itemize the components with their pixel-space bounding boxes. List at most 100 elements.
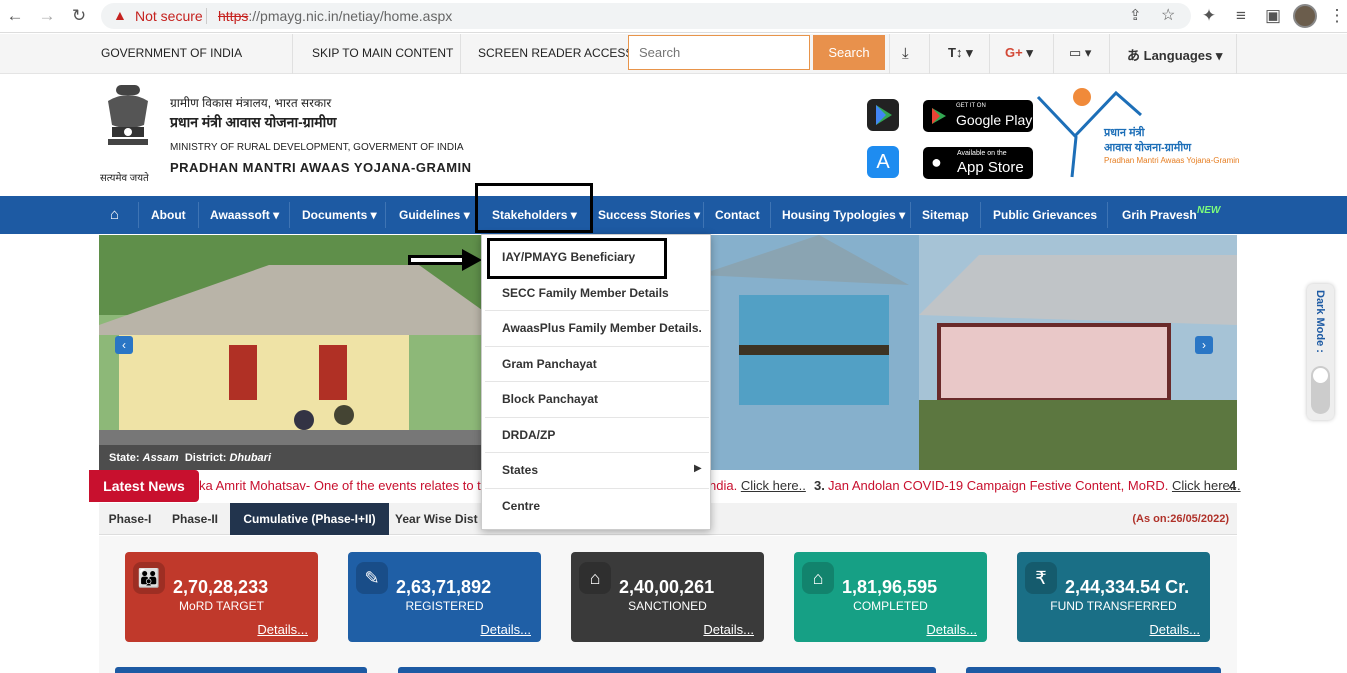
nav-item-public-grievances[interactable]: Public Grievances [993, 196, 1097, 234]
nav-item-contact[interactable]: Contact [715, 196, 760, 234]
details-link[interactable]: Details... [703, 622, 754, 637]
news-text-2: ndia. Click here.. [709, 478, 806, 493]
nav-item-awaassoft[interactable]: Awaassoft ▾ [210, 196, 279, 234]
media-control-icon[interactable]: ≡ [1231, 6, 1251, 26]
profile-avatar[interactable] [1293, 4, 1317, 28]
stat-label: SANCTIONED [628, 599, 707, 613]
scheme-title: PRADHAN MANTRI AWAAS YOJANA-GRAMIN [170, 160, 472, 175]
bookmark-star-icon[interactable]: ☆ [1161, 5, 1175, 25]
google-play-text: Google Play [956, 112, 1033, 128]
news-number-3: 3. [814, 478, 825, 493]
search-input[interactable] [628, 35, 810, 70]
omnibox-separator [206, 8, 207, 24]
dropdown-item-states[interactable]: States [502, 463, 538, 477]
font-size-icon: T↕ [948, 45, 963, 60]
nav-item-stakeholders[interactable]: Stakeholders ▾ [492, 196, 577, 234]
side-panel-icon[interactable]: ▣ [1263, 6, 1283, 26]
tab-phase-2[interactable]: Phase-II [163, 503, 227, 535]
download-icon[interactable]: ⤓ [902, 45, 909, 62]
app-store-small-text: Available on the [957, 150, 1007, 157]
stat-value: 2,40,00,261 [619, 577, 715, 597]
nav-label: Guidelines [399, 208, 461, 222]
address-bar[interactable]: ▲ Not secure https://pmayg.nic.in/netiay… [101, 3, 1191, 29]
divider [460, 34, 461, 74]
details-link[interactable]: Details... [480, 622, 531, 637]
dropdown-item-awaasplus[interactable]: AwaasPlus Family Member Details. [502, 321, 702, 335]
divider [989, 34, 990, 74]
dropdown-item-secc[interactable]: SECC Family Member Details [502, 286, 669, 300]
stat-card-registered: ✎ 2,63,71,892 REGISTERED Details... [348, 552, 541, 642]
site-header: सत्यमेव जयते ग्रामीण विकास मंत्रालय, भार… [0, 75, 1347, 196]
nav-item-sitemap[interactable]: Sitemap [922, 196, 969, 234]
nav-item-about[interactable]: About [151, 196, 186, 234]
divider [1236, 34, 1237, 74]
not-secure-label[interactable]: Not secure [135, 8, 203, 24]
stat-value: 2,70,28,233 [173, 577, 269, 597]
url-scheme: https [218, 8, 249, 24]
app-store-icon[interactable]: A [867, 146, 899, 178]
toggle-knob [1313, 368, 1328, 383]
register-icon: ✎ [356, 562, 388, 594]
divider [889, 34, 890, 74]
stat-label: COMPLETED [853, 599, 928, 613]
font-size-toggle[interactable]: T↕ ▾ [948, 45, 973, 61]
news-link-1[interactable]: Click here.. [741, 478, 806, 493]
dropdown-item-gram-panchayat[interactable]: Gram Panchayat [502, 357, 597, 371]
dark-mode-toggle[interactable] [1311, 366, 1330, 414]
tab-year-wise[interactable]: Year Wise Dist [395, 503, 481, 535]
reload-icon[interactable]: ↻ [69, 6, 89, 26]
play-store-icon[interactable] [867, 99, 899, 131]
app-store-badge[interactable]: ● Available on the App Store [923, 147, 1033, 179]
state-label: State: [109, 452, 140, 464]
carousel-prev-icon[interactable]: ‹ [115, 336, 133, 354]
back-icon[interactable]: ← [5, 6, 25, 26]
menu-kebab-icon[interactable]: ⋮ [1327, 6, 1347, 26]
nav-item-guidelines[interactable]: Guidelines ▾ [399, 196, 470, 234]
stat-card-completed: ⌂ 1,81,96,595 COMPLETED Details... [794, 552, 987, 642]
news-text-3-body: Jan Andolan COVID-19 Campaign Festive Co… [828, 478, 1169, 493]
language-selector[interactable]: あ Languages ▾ [1127, 45, 1222, 64]
details-link[interactable]: Details... [1149, 622, 1200, 637]
share-icon[interactable]: ⇪ [1129, 6, 1142, 24]
screen-reader-link[interactable]: SCREEN READER ACCESS [478, 46, 633, 60]
home-icon[interactable]: ⌂ [110, 196, 119, 234]
dropdown-divider [485, 346, 709, 347]
nav-divider [385, 202, 386, 228]
nav-item-success-stories[interactable]: Success Stories ▾ [598, 196, 700, 234]
house-icon: ⌂ [579, 562, 611, 594]
nav-item-housing-typologies[interactable]: Housing Typologies ▾ [782, 196, 905, 234]
logo-english-line: Pradhan Mantri Awaas Yojana-Gramin [1104, 156, 1240, 165]
details-link[interactable]: Details... [926, 622, 977, 637]
nav-divider [198, 202, 199, 228]
skip-to-main-link[interactable]: SKIP TO MAIN CONTENT [312, 46, 453, 60]
stat-label: REGISTERED [405, 599, 484, 613]
google-play-badge[interactable]: GET IT ON Google Play [923, 100, 1033, 132]
stat-value: 2,63,71,892 [396, 577, 492, 597]
search-button[interactable]: Search [813, 35, 885, 70]
dropdown-item-block-panchayat[interactable]: Block Panchayat [502, 392, 598, 406]
extensions-icon[interactable]: ✦ [1199, 6, 1219, 26]
sitemap-display-icon[interactable]: ▭ ▾ [1069, 45, 1091, 61]
state-value: Assam [142, 452, 179, 464]
dropdown-item-centre[interactable]: Centre [502, 499, 540, 513]
government-strip: GOVERNMENT OF INDIA SKIP TO MAIN CONTENT… [0, 34, 1347, 74]
dropdown-item-drda-zp[interactable]: DRDA/ZP [502, 428, 555, 442]
google-play-small-text: GET IT ON [956, 103, 986, 109]
details-link[interactable]: Details... [257, 622, 308, 637]
dropdown-item-beneficiary[interactable]: IAY/PMAYG Beneficiary [502, 250, 635, 264]
nav-label: Housing Typologies [782, 208, 896, 222]
carousel-next-icon[interactable]: › [1195, 336, 1213, 354]
apple-logo-icon: ● [931, 152, 942, 172]
warning-icon[interactable]: ▲ [113, 7, 127, 23]
tab-cumulative[interactable]: Cumulative (Phase-I+II) [230, 503, 389, 535]
language-icon: あ [1127, 48, 1141, 63]
url-text[interactable]: https://pmayg.nic.in/netiay/home.aspx [218, 8, 452, 24]
nav-label: Awaassoft [210, 208, 270, 222]
social-share-icon[interactable]: G+ ▾ [1005, 45, 1033, 61]
tab-phase-1[interactable]: Phase-I [99, 503, 161, 535]
stat-value: 2,44,334.54 Cr. [1065, 577, 1190, 597]
divider [292, 34, 293, 74]
nav-item-grih-pravesh[interactable]: Grih Pravesh [1122, 196, 1197, 234]
forward-icon[interactable]: → [37, 6, 57, 26]
nav-item-documents[interactable]: Documents ▾ [302, 196, 377, 234]
